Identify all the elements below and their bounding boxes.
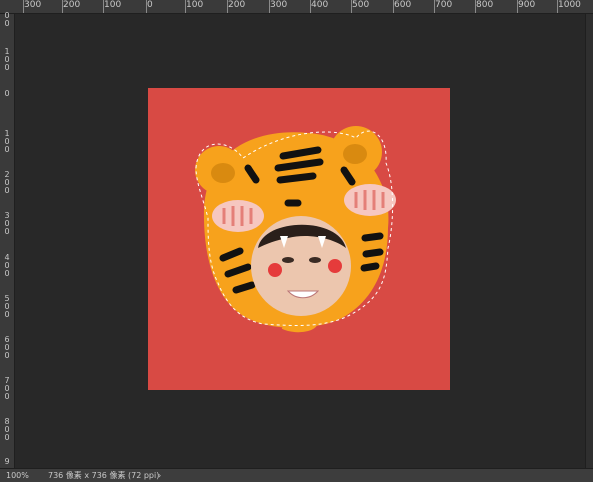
vertical-ruler[interactable]: 00 100 0 100 200 300 400 500 600 700 800… [0, 11, 15, 468]
status-menu-arrow-icon[interactable]: › [158, 469, 161, 482]
ruler-left-label: 700 [4, 376, 10, 401]
ruler-top-label: 1000 [558, 0, 581, 10]
ruler-top-label: 800 [476, 0, 494, 10]
ruler-left-label: 200 [4, 170, 10, 195]
ruler-top-label: 700 [435, 0, 453, 10]
ruler-top-label: 0 [147, 0, 153, 10]
ruler-top-label: 200 [228, 0, 246, 10]
zoom-level[interactable]: 100% [6, 469, 36, 482]
ruler-left-label: 100 [4, 47, 10, 72]
ruler-top-label: 500 [352, 0, 370, 10]
document-info: 736 像素 x 736 像素 (72 ppi) [48, 471, 160, 480]
ruler-top-label: 100 [104, 0, 122, 10]
status-bar: 100% 736 像素 x 736 像素 (72 ppi) › [0, 468, 593, 482]
ruler-left-label: 600 [4, 335, 10, 360]
ruler-top-label: 600 [394, 0, 412, 10]
vertical-scrollbar[interactable] [585, 14, 593, 468]
ruler-left-label: 400 [4, 253, 10, 278]
tiger-hat-photo [195, 126, 396, 333]
ruler-top-label: 200 [63, 0, 81, 10]
horizontal-ruler[interactable]: 300 200 100 0 100 200 300 400 500 600 70… [0, 0, 593, 14]
ruler-left-label: 0 [4, 89, 10, 98]
ruler-left-label: 00 [4, 11, 10, 28]
ruler-top-label: 100 [186, 0, 204, 10]
ruler-left-label: 100 [4, 129, 10, 154]
ruler-left-label: 9 [4, 457, 10, 466]
ruler-left-label: 300 [4, 211, 10, 236]
canvas-artboard[interactable] [148, 88, 450, 390]
ruler-left-label: 500 [4, 294, 10, 319]
ruler-left-label: 800 [4, 417, 10, 442]
ruler-top-label: 400 [311, 0, 329, 10]
ruler-top-label: 300 [270, 0, 288, 10]
ruler-top-label: 300 [24, 0, 42, 10]
ruler-top-label: 900 [518, 0, 536, 10]
